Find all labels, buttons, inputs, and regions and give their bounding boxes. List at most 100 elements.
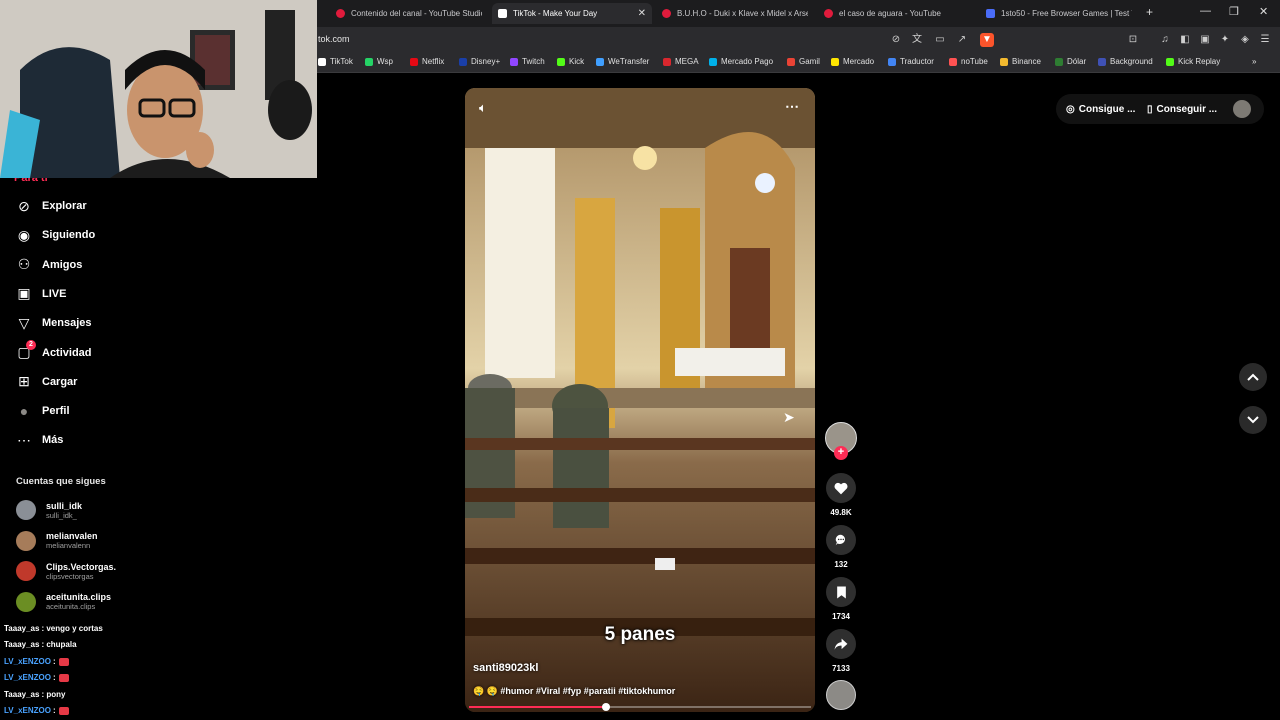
webcam-image: [0, 0, 317, 178]
tab-aguara[interactable]: el caso de aguara - YouTube: [818, 3, 970, 24]
sidebar-item-m-s[interactable]: ⋯ Más: [14, 428, 63, 452]
sidebar-item-live[interactable]: ▣ LIVE: [14, 282, 66, 306]
get-app-label: Conseguir ...: [1156, 103, 1218, 115]
sidebar-item-perfil[interactable]: ● Perfil: [14, 399, 70, 423]
bookmark-label: Netflix: [422, 57, 445, 66]
translate-icon[interactable]: 文: [910, 33, 924, 47]
tab-title: B.U.H.O - Duki x Klave x Midel x Arse: [677, 9, 808, 18]
bookmark-twitch[interactable]: Twitch: [510, 57, 545, 66]
account-text: melianvalen melianvalenn: [46, 531, 98, 550]
sidebar-item-cargar[interactable]: ⊞ Cargar: [14, 370, 77, 394]
more-options-icon[interactable]: ⋯: [785, 98, 799, 115]
bookmark-kick[interactable]: Kick: [557, 57, 584, 66]
share-icon[interactable]: ↗: [955, 33, 969, 47]
music-icon[interactable]: ♫: [1158, 33, 1172, 47]
bookmark-wetransfer[interactable]: WeTransfer: [596, 57, 649, 66]
sidebar-item-amigos[interactable]: ⚇ Amigos: [14, 253, 83, 277]
screenshot-icon[interactable]: ⊡: [1126, 33, 1140, 47]
like-count: 49.8K: [830, 508, 852, 517]
following-account[interactable]: Clips.Vectorgas. clipsvectorgas: [16, 558, 116, 584]
progress-knob[interactable]: [601, 703, 610, 711]
previous-video-button[interactable]: [1239, 363, 1267, 391]
avatar: [16, 561, 36, 581]
bookmark-label: MEGA: [675, 57, 699, 66]
bookmark-netflix[interactable]: Netflix: [410, 57, 444, 66]
minimize-icon[interactable]: —: [1200, 5, 1211, 17]
vpn-icon[interactable]: ◈: [1238, 33, 1252, 47]
save-button[interactable]: [826, 577, 856, 607]
bookmark-disney-[interactable]: Disney+: [459, 57, 500, 66]
leo-icon[interactable]: ✦: [1218, 33, 1232, 47]
bookmark-mercado-pago[interactable]: Mercado Pago: [709, 57, 773, 66]
bookmark-mega[interactable]: MEGA: [663, 57, 699, 66]
volume-icon[interactable]: 🔈︎: [479, 100, 495, 116]
bookmark-notube[interactable]: noTube: [949, 57, 988, 66]
tab-1sto50[interactable]: 1sto50 - Free Browser Games | Test Y: [980, 3, 1132, 24]
bookmark-wsp[interactable]: Wsp: [365, 57, 393, 66]
video-author[interactable]: santi89023kl: [473, 662, 538, 674]
chat-text: :: [52, 706, 56, 715]
sidebar-item-actividad[interactable]: ▢ 2 Actividad: [14, 339, 92, 365]
following-account[interactable]: melianvalen melianvalenn: [16, 528, 98, 554]
chat-username: Taaay_as: [4, 624, 40, 633]
bookmark-favicon: [1000, 57, 1008, 66]
new-tab-button[interactable]: +: [1146, 5, 1153, 19]
comment-button[interactable]: [826, 525, 856, 555]
notification-badge: 2: [26, 339, 36, 350]
bookmark-mercado[interactable]: Mercado: [831, 57, 874, 66]
restore-icon[interactable]: ❐: [1229, 5, 1239, 18]
account-name: aceitunita.clips: [46, 592, 112, 602]
url-field[interactable]: tok.com: [318, 34, 350, 44]
save-count: 1734: [832, 612, 850, 621]
wallet-icon[interactable]: ▣: [1198, 33, 1212, 47]
chat-message: Taaay_as: vengo y cortas: [4, 624, 103, 633]
menu-icon[interactable]: ☰: [1258, 33, 1272, 47]
bookmark-binance[interactable]: Binance: [1000, 57, 1041, 66]
share-button[interactable]: [826, 629, 856, 659]
bookmark-tiktok[interactable]: TikTok: [318, 57, 353, 66]
chevron-up-icon: [1247, 373, 1259, 381]
chat-username: LV_xENZOO: [4, 656, 51, 666]
bookmark-gamil[interactable]: Gamil: [787, 57, 820, 66]
bookmark-traductor[interactable]: Traductor: [888, 57, 934, 66]
bookmarks-overflow-icon[interactable]: »: [1252, 57, 1256, 66]
bookmark-label: Disney+: [471, 57, 501, 66]
user-avatar[interactable]: [1233, 100, 1251, 118]
video-player[interactable]: 🔈︎ ⋯ 5 panes santi89023kl 🤤 🤤 #humor #Vi…: [465, 88, 815, 712]
no-camera-icon[interactable]: ⊘: [889, 33, 903, 47]
following-account[interactable]: sulli_idk sulli_idk_: [16, 497, 82, 523]
chat-text: :: [52, 673, 56, 683]
tab-buho[interactable]: B.U.H.O - Duki x Klave x Midel x Arse: [656, 3, 808, 24]
music-disc-avatar[interactable]: [826, 680, 856, 710]
bookmark-d-lar[interactable]: Dólar: [1055, 57, 1086, 66]
close-tab-icon[interactable]: ✕: [632, 8, 646, 19]
compass-icon: ⊘: [18, 197, 30, 214]
bookmark-label: Twitch: [522, 57, 545, 66]
coin-icon: ◎: [1066, 103, 1075, 115]
tab-tiktok[interactable]: TikTok - Make Your Day ✕: [492, 3, 652, 24]
sidebar-item-explorar[interactable]: ⊘ Explorar: [14, 194, 87, 218]
following-icon: ◉: [17, 226, 31, 243]
get-app-button[interactable]: ▯ Conseguir ...: [1147, 98, 1217, 120]
like-button[interactable]: [826, 473, 856, 503]
sidebar-item-label: LIVE: [42, 287, 67, 300]
brave-shield-icon[interactable]: ▼: [980, 33, 994, 47]
next-video-button[interactable]: [1239, 406, 1267, 434]
sidebar-item-siguiendo[interactable]: ◉ Siguiendo: [14, 223, 95, 247]
get-coins-button[interactable]: ◎ Consigue ...: [1066, 98, 1135, 120]
youtube-icon: [824, 9, 833, 18]
close-window-icon[interactable]: ✕: [1259, 5, 1268, 18]
follow-plus-icon[interactable]: +: [834, 446, 848, 460]
cast-icon[interactable]: ▭: [933, 33, 947, 47]
bookmark-background[interactable]: Background: [1098, 57, 1153, 66]
bookmark-icon: [836, 586, 846, 598]
sidebar-item-mensajes[interactable]: ▽ Mensajes: [14, 311, 92, 335]
youtube-icon: [336, 9, 345, 18]
following-account[interactable]: aceitunita.clips aceitunita.clips: [16, 589, 111, 615]
video-progress-bar[interactable]: [469, 703, 811, 711]
bookmark-label: Wsp: [377, 57, 393, 66]
bookmark-kick-replay[interactable]: Kick Replay: [1166, 57, 1220, 66]
sidebar-icon[interactable]: ◧: [1178, 33, 1192, 47]
tab-youtube-studio[interactable]: Contenido del canal - YouTube Studio: [330, 3, 482, 24]
chat-message: Taaay_as: pony: [4, 690, 65, 699]
